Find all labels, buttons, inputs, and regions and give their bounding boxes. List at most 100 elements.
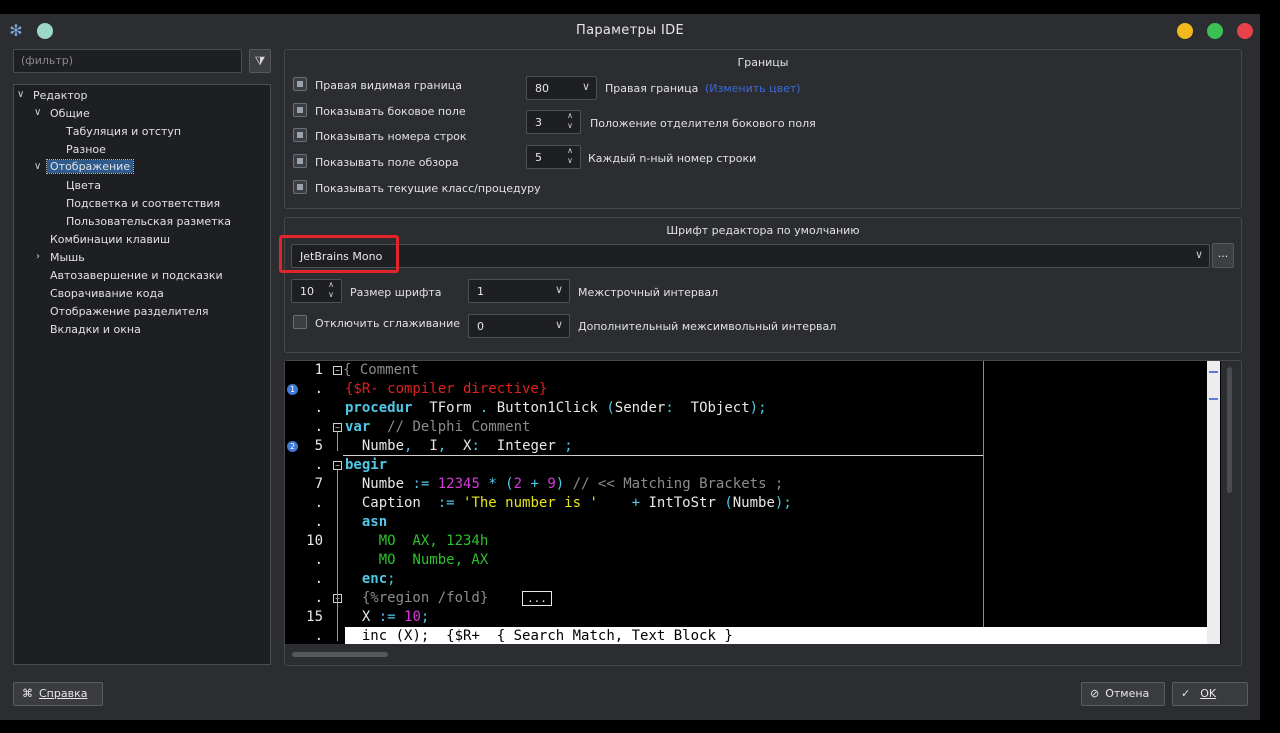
options-tree[interactable]: ∨ Редактор ∨ Общие Табуляция и отступ Ра… — [13, 84, 271, 665]
every-nth-label: Каждый n-ный номер строки — [588, 152, 757, 165]
code-token: X — [345, 609, 371, 625]
tree-item-divider[interactable]: Отображение разделителя — [50, 305, 209, 318]
code-token: . — [471, 400, 497, 416]
tree-item-editor[interactable]: Редактор — [33, 89, 88, 102]
line-spacing-label: Межстрочный интервал — [578, 286, 719, 299]
bookmark-icon[interactable]: 1 — [287, 384, 298, 395]
char-spacing-combo[interactable]: 0 ∨ — [468, 314, 570, 338]
overview-mark — [1209, 371, 1218, 373]
code-token: Integer — [496, 438, 556, 454]
code-token: asn — [345, 514, 388, 530]
line-number: . — [314, 514, 323, 530]
cancel-button-label: Отмена — [1105, 687, 1150, 700]
show-gutter-checkbox[interactable] — [293, 103, 307, 117]
code-token: ; — [387, 571, 396, 587]
code-token: + — [522, 476, 548, 492]
show-overview-label: Показывать поле обзора — [315, 156, 459, 169]
minimize-button[interactable] — [1177, 23, 1193, 39]
spin-arrows-icon[interactable]: ∧ ∨ — [564, 146, 576, 168]
tree-item-misc[interactable]: Разное — [66, 143, 106, 156]
gutter-line: 7 — [285, 475, 333, 494]
font-family-combo[interactable]: JetBrains Mono ∨ — [291, 244, 1210, 268]
tree-item-folding[interactable]: Сворачивание кода — [50, 287, 164, 300]
line-number: 15 — [306, 609, 323, 625]
show-current-proc-checkbox[interactable] — [293, 180, 307, 194]
tree-item-completion[interactable]: Автозавершение и подсказки — [50, 269, 223, 282]
horizontal-scrollbar[interactable] — [292, 652, 388, 657]
title-bar[interactable]: ✻ Параметры IDE — [0, 14, 1260, 48]
filter-input[interactable]: (фильтр) — [13, 49, 242, 73]
vertical-scrollbar[interactable] — [1227, 367, 1232, 493]
code-token: TObject — [690, 400, 750, 416]
right-margin-label: Правая граница — [605, 82, 699, 95]
code-token: ... — [522, 591, 552, 606]
fold-guide — [337, 432, 338, 451]
right-margin-value: 80 — [535, 82, 549, 95]
preview-overview-ruler[interactable] — [1207, 361, 1220, 644]
tree-item-tabs-indent[interactable]: Табуляция и отступ — [66, 125, 181, 138]
right-margin-checkbox[interactable] — [293, 77, 307, 91]
code-token: // << Matching Brackets ; — [564, 476, 784, 492]
show-overview-checkbox[interactable] — [293, 154, 307, 168]
chevron-down-icon: ∨ — [1194, 248, 1203, 261]
code-token: begir — [345, 457, 388, 473]
change-color-link[interactable]: (Изменить цвет) — [705, 82, 801, 95]
code-token: Numbe — [345, 438, 405, 454]
chevron-right-icon[interactable]: › — [36, 251, 40, 262]
gutter-line: 10 — [285, 532, 333, 551]
filter-button[interactable]: ⧩ — [249, 49, 271, 73]
line-spacing-combo[interactable]: 1 ∨ — [468, 279, 570, 303]
code-preview[interactable]: 1.1..52.7..10...15.−−−+{ Comment{$R- com… — [285, 361, 1221, 644]
chevron-down-icon[interactable]: ∨ — [34, 161, 41, 172]
fold-toggle-icon[interactable]: − — [333, 423, 342, 432]
font-browse-button[interactable]: ... — [1212, 243, 1234, 268]
code-token: IntToStr — [648, 495, 716, 511]
code-token: 10 — [404, 609, 421, 625]
line-number: 1 — [314, 362, 323, 378]
bookmark-icon[interactable]: 2 — [287, 441, 298, 452]
font-size-value: 10 — [300, 285, 314, 298]
cancel-icon: ⊘ — [1090, 687, 1100, 700]
spin-arrows-icon[interactable]: ∧ ∨ — [325, 280, 337, 302]
char-spacing-label: Дополнительный межсимвольный интервал — [578, 320, 837, 333]
ok-button[interactable]: ✓ OK — [1172, 682, 1248, 706]
tree-item-colors[interactable]: Цвета — [66, 179, 101, 192]
close-button[interactable] — [1237, 23, 1253, 39]
font-highlight-box — [279, 235, 399, 273]
gutter-line: 15 — [285, 608, 333, 627]
tree-item-mouse[interactable]: Мышь — [50, 251, 85, 264]
fold-toggle-icon[interactable]: − — [333, 461, 342, 470]
margins-group-title: Границы — [737, 56, 789, 69]
fold-toggle-icon[interactable]: − — [333, 366, 342, 375]
tree-item-tabs-windows[interactable]: Вкладки и окна — [50, 323, 141, 336]
disable-antialiasing-checkbox[interactable] — [293, 315, 307, 329]
line-number: 5 — [314, 438, 323, 454]
tree-item-user-markup[interactable]: Пользовательская разметка — [66, 215, 231, 228]
char-spacing-value: 0 — [477, 320, 484, 333]
code-token: , — [437, 438, 464, 454]
chevron-down-icon: ∨ — [581, 80, 590, 93]
tree-item-highlight[interactable]: Подсветка и соответствия — [66, 197, 220, 210]
tree-item-display[interactable]: Отображение — [45, 159, 135, 174]
help-button[interactable]: ⌘ Справка — [13, 682, 103, 706]
maximize-button[interactable] — [1207, 23, 1223, 39]
cancel-button[interactable]: ⊘ Отмена — [1081, 682, 1165, 706]
every-nth-line-spinner[interactable]: 5 ∧ ∨ — [526, 145, 581, 169]
right-margin-combo[interactable]: 80 ∨ — [526, 76, 597, 100]
line-number: . — [314, 457, 323, 473]
font-size-spinner[interactable]: 10 ∧ ∨ — [291, 279, 342, 303]
show-line-numbers-checkbox[interactable] — [293, 128, 307, 142]
line-number: . — [314, 419, 323, 435]
gutter-separator-value: 3 — [535, 116, 542, 129]
code-token: ( — [715, 495, 733, 511]
tree-item-general[interactable]: Общие — [50, 107, 90, 120]
tree-item-keymapping[interactable]: Комбинации клавиш — [50, 233, 170, 246]
line-number: 10 — [306, 533, 323, 549]
code-line: begir — [345, 456, 387, 475]
gutter-separator-spinner[interactable]: 3 ∧ ∨ — [526, 110, 581, 134]
chevron-down-icon[interactable]: ∨ — [34, 107, 41, 118]
chevron-down-icon[interactable]: ∨ — [17, 89, 24, 100]
spin-arrows-icon[interactable]: ∧ ∨ — [564, 111, 576, 133]
code-token: Numbe — [345, 476, 405, 492]
code-token: inc — [345, 628, 388, 644]
